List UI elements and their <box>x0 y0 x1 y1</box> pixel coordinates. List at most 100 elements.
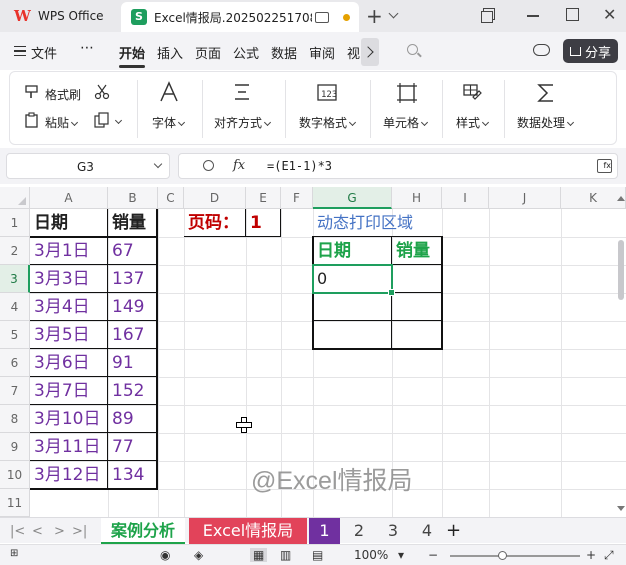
zoom-level[interactable]: 100% <box>354 548 388 562</box>
formula-expand-icon[interactable]: fx <box>597 159 612 173</box>
document-tab[interactable]: S Excel情报局.20250225170800 <box>121 2 359 32</box>
style-button[interactable]: 样式 <box>456 114 490 131</box>
sheet-tab-4[interactable]: 4 <box>412 518 442 544</box>
format-painter-button[interactable]: 格式刷 <box>45 86 81 103</box>
normal-view-icon[interactable]: ▦ <box>250 548 268 562</box>
formula-input[interactable]: fx =(E1-1)*3 fx <box>178 153 618 179</box>
cloud-sync-icon[interactable] <box>533 44 550 56</box>
table-sales-cell[interactable]: 67 <box>109 237 158 265</box>
table-date-cell[interactable]: 3月5日 <box>31 321 108 349</box>
menu-scroll-right-button[interactable] <box>361 38 379 66</box>
page-number-cell[interactable]: 1 <box>247 209 281 237</box>
zoom-slider[interactable] <box>450 555 580 557</box>
menu-tab-page[interactable]: 页面 <box>195 43 221 62</box>
fullscreen-icon[interactable]: ⤢ <box>604 548 614 563</box>
table-date-cell[interactable]: 3月11日 <box>31 433 108 461</box>
number-format-button[interactable]: 数字格式 <box>299 114 357 131</box>
restore-window-icon[interactable] <box>480 7 496 23</box>
font-button[interactable]: 字体 <box>152 114 186 131</box>
row-header-4[interactable]: 4 <box>0 293 30 321</box>
row-header-2[interactable]: 2 <box>0 237 30 265</box>
new-tab-plus-icon[interactable]: + <box>366 6 383 26</box>
search-icon[interactable] <box>407 44 418 55</box>
print-header-sales[interactable]: 销量 <box>393 237 442 265</box>
screen-icon[interactable] <box>315 11 329 23</box>
column-header-a[interactable]: A <box>30 187 108 209</box>
data-process-button[interactable]: 数据处理 <box>517 114 575 131</box>
view-mode-icon[interactable]: ◈ <box>194 548 203 562</box>
zoom-out-icon[interactable]: − <box>428 548 438 562</box>
cell-button[interactable]: 单元格 <box>383 114 429 131</box>
formula-text[interactable]: =(E1-1)*3 <box>267 159 332 173</box>
column-header-j[interactable]: J <box>489 187 561 209</box>
align-button[interactable]: 对齐方式 <box>214 114 272 131</box>
row-header-6[interactable]: 6 <box>0 349 30 377</box>
print-area-title[interactable]: 动态打印区域 <box>314 209 442 237</box>
select-all-corner[interactable] <box>0 187 30 209</box>
table-sales-cell[interactable]: 77 <box>109 433 158 461</box>
table-sales-cell[interactable]: 149 <box>109 293 158 321</box>
share-button[interactable]: 分享 <box>563 39 618 63</box>
vertical-scrollbar-thumb[interactable] <box>618 240 624 300</box>
paste-button[interactable]: 粘贴 <box>45 114 79 131</box>
table-sales-cell[interactable]: 167 <box>109 321 158 349</box>
column-header-h[interactable]: H <box>392 187 442 209</box>
zoom-in-icon[interactable]: + <box>586 548 596 562</box>
cell-a1[interactable]: 日期 <box>31 209 108 237</box>
table-date-cell[interactable]: 3月10日 <box>31 405 108 433</box>
scroll-up-icon[interactable] <box>617 196 625 201</box>
page-break-icon[interactable]: ▤ <box>312 548 323 562</box>
table-date-cell[interactable]: 3月4日 <box>31 293 108 321</box>
next-sheet-icon[interactable]: > <box>54 524 65 539</box>
column-header-g[interactable]: G <box>313 187 392 209</box>
hamburger-icon[interactable] <box>14 46 26 56</box>
row-header-10[interactable]: 10 <box>0 461 30 489</box>
menu-more[interactable]: ⋯ <box>80 40 95 56</box>
page-layout-icon[interactable]: ▥ <box>280 548 291 562</box>
copy-icon[interactable] <box>94 112 110 128</box>
name-box[interactable]: G3 <box>6 153 170 179</box>
minimize-icon[interactable] <box>526 7 542 23</box>
table-date-cell[interactable]: 3月3日 <box>31 265 108 293</box>
table-sales-cell[interactable]: 137 <box>109 265 158 293</box>
sheet-tab-case-analysis[interactable]: 案例分析 <box>101 518 185 544</box>
table-date-cell[interactable]: 3月12日 <box>31 461 108 489</box>
sheet-tab-excel-bureau[interactable]: Excel情报局 <box>189 518 307 544</box>
prev-sheet-icon[interactable]: < <box>32 524 43 539</box>
row-header-3[interactable]: 3 <box>0 265 30 293</box>
column-header-e[interactable]: E <box>246 187 281 209</box>
last-sheet-icon[interactable]: >| <box>72 524 87 539</box>
menu-tab-view[interactable]: 视 <box>347 43 360 62</box>
zoom-dropdown-icon[interactable]: ▾ <box>398 548 404 562</box>
column-header-b[interactable]: B <box>108 187 158 209</box>
first-sheet-icon[interactable]: |< <box>10 524 25 539</box>
column-header-c[interactable]: C <box>158 187 184 209</box>
table-sales-cell[interactable]: 134 <box>109 461 158 489</box>
row-header-7[interactable]: 7 <box>0 377 30 405</box>
cell-b1[interactable]: 销量 <box>109 209 158 237</box>
print-header-date[interactable]: 日期 <box>314 237 392 265</box>
app-home-tab[interactable]: W WPS Office <box>0 0 118 32</box>
column-header-d[interactable]: D <box>184 187 246 209</box>
menu-tab-review[interactable]: 审阅 <box>309 43 335 62</box>
row-header-8[interactable]: 8 <box>0 405 30 433</box>
tab-list-chevron-icon[interactable] <box>388 8 399 19</box>
menu-tab-home[interactable]: 开始 <box>119 43 145 62</box>
table-sales-cell[interactable]: 89 <box>109 405 158 433</box>
sheet-tab-3[interactable]: 3 <box>378 518 408 544</box>
table-date-cell[interactable]: 3月6日 <box>31 349 108 377</box>
eye-protect-icon[interactable]: ◉ <box>160 548 170 562</box>
menu-tab-data[interactable]: 数据 <box>271 43 297 62</box>
spreadsheet-grid[interactable]: A B C D E F G H I J K 1 2 3 4 5 6 7 8 9 … <box>0 187 626 517</box>
sheet-tab-1[interactable]: 1 <box>309 518 340 544</box>
table-sales-cell[interactable]: 91 <box>109 349 158 377</box>
copy-dropdown[interactable] <box>113 114 123 128</box>
zoom-formula-icon[interactable] <box>203 160 214 171</box>
column-header-f[interactable]: F <box>281 187 313 209</box>
menu-tab-formula[interactable]: 公式 <box>233 43 259 62</box>
menu-file[interactable]: 文件 <box>31 43 57 62</box>
table-date-cell[interactable]: 3月7日 <box>31 377 108 405</box>
menu-tab-insert[interactable]: 插入 <box>157 43 183 62</box>
cut-icon[interactable] <box>94 84 110 100</box>
add-sheet-icon[interactable]: + <box>446 520 461 541</box>
